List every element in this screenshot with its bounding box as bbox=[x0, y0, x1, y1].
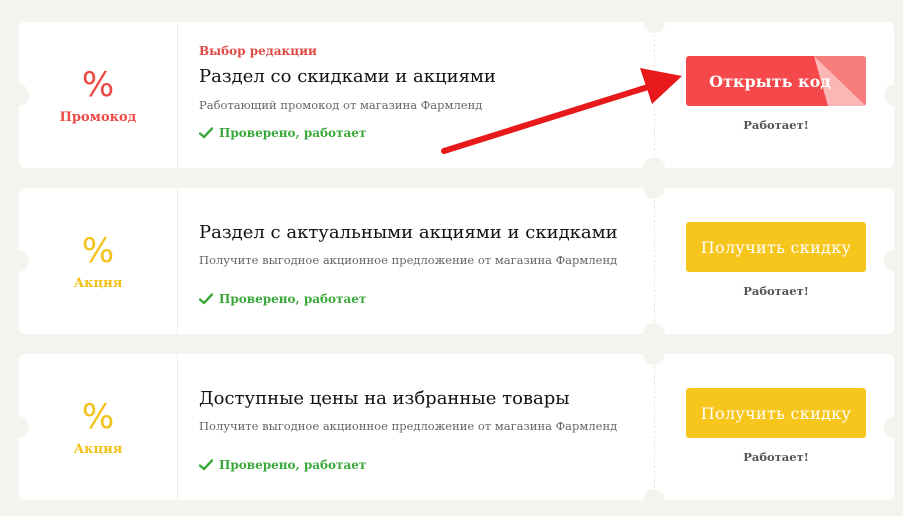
offer-title[interactable]: Раздел со скидками и акциями bbox=[199, 66, 496, 87]
get-discount-button-label: Получить скидку bbox=[700, 237, 852, 257]
offer-description: Получите выгодное акционное предложение … bbox=[199, 253, 618, 267]
ticket-notch bbox=[884, 416, 903, 438]
offer-type-badge: % Промокод bbox=[19, 22, 178, 168]
offer-content: Раздел с актуальными акциями и скидками … bbox=[199, 188, 639, 334]
offer-content: Доступные цены на избранные товары Получ… bbox=[199, 354, 639, 500]
editor-choice-label: Выбор редакции bbox=[199, 44, 317, 58]
perforation-line bbox=[654, 34, 655, 156]
check-icon bbox=[199, 127, 213, 139]
offer-content: Выбор редакции Раздел со скидками и акци… bbox=[199, 22, 639, 168]
offer-description: Получите выгодное акционное предложение … bbox=[199, 419, 618, 433]
verified-status: Проверено, работает bbox=[199, 126, 366, 140]
ticket-notch bbox=[643, 157, 665, 179]
offer-card-deal: % Акция Доступные цены на избранные това… bbox=[7, 343, 903, 511]
ticket-notch bbox=[643, 323, 665, 345]
ticket-notch bbox=[884, 84, 903, 106]
offer-type-badge: % Акция bbox=[19, 188, 178, 334]
percent-icon: % bbox=[81, 397, 115, 437]
works-status: Работает! bbox=[743, 118, 809, 132]
percent-icon: % bbox=[81, 231, 115, 271]
open-code-button[interactable]: Открыть код bbox=[686, 56, 866, 106]
offer-list: % Промокод Выбор редакции Раздел со скид… bbox=[0, 0, 903, 516]
perforation-line bbox=[654, 366, 655, 488]
offer-card-deal: % Акция Раздел с актуальными акциями и с… bbox=[7, 177, 903, 345]
get-discount-button[interactable]: Получить скидку bbox=[686, 222, 866, 272]
perforation-line bbox=[654, 200, 655, 322]
ticket-notch bbox=[643, 343, 665, 365]
offer-type-label: Акция bbox=[73, 276, 123, 291]
ticket-notch bbox=[643, 11, 665, 33]
ticket-notch bbox=[643, 489, 665, 511]
get-discount-button[interactable]: Получить скидку bbox=[686, 388, 866, 438]
verified-label: Проверено, работает bbox=[219, 126, 367, 140]
check-icon bbox=[199, 459, 213, 471]
ticket-notch bbox=[884, 250, 903, 272]
check-icon bbox=[199, 293, 213, 305]
works-status: Работает! bbox=[743, 450, 809, 464]
works-status: Работает! bbox=[743, 284, 809, 298]
offer-title[interactable]: Доступные цены на избранные товары bbox=[199, 388, 570, 409]
verified-label: Проверено, работает bbox=[219, 458, 367, 472]
get-discount-button-label: Получить скидку bbox=[700, 403, 852, 423]
offer-description: Работающий промокод от магазина Фармленд bbox=[199, 98, 483, 112]
percent-icon: % bbox=[81, 65, 115, 105]
ticket-notch bbox=[643, 177, 665, 199]
open-code-button-label: Открыть код bbox=[709, 71, 831, 91]
verified-status: Проверено, работает bbox=[199, 458, 366, 472]
verified-status: Проверено, работает bbox=[199, 292, 366, 306]
offer-title[interactable]: Раздел с актуальными акциями и скидками bbox=[199, 222, 618, 243]
verified-label: Проверено, работает bbox=[219, 292, 367, 306]
offer-type-badge: % Акция bbox=[19, 354, 178, 500]
offer-type-label: Акция bbox=[73, 442, 123, 457]
offer-type-label: Промокод bbox=[59, 110, 137, 125]
offer-card-promocode: % Промокод Выбор редакции Раздел со скид… bbox=[7, 11, 903, 179]
